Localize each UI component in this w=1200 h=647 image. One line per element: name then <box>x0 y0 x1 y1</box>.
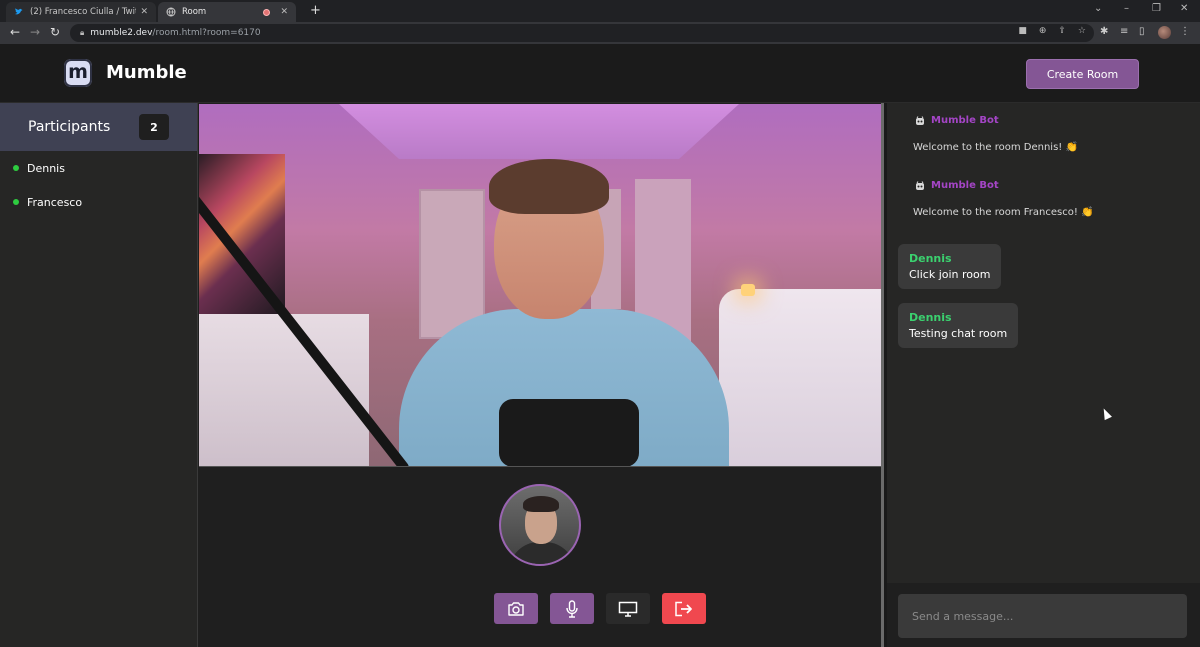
screen-share-button[interactable] <box>606 593 650 624</box>
participants-header: Participants 2 <box>0 103 197 151</box>
twitter-bird-icon <box>14 7 24 17</box>
participant-item[interactable]: Francesco <box>0 185 197 219</box>
participant-video-thumbnail[interactable] <box>499 484 581 566</box>
globe-icon <box>166 7 176 17</box>
profile-avatar[interactable] <box>1158 26 1171 39</box>
participants-count-badge: 2 <box>139 114 169 140</box>
extensions-icon[interactable]: ✱ <box>1100 26 1108 37</box>
participant-item[interactable]: Dennis <box>0 151 197 185</box>
reload-icon[interactable]: ↻ <box>50 25 60 39</box>
mumble-logo-icon: m <box>64 59 92 87</box>
tab-title: Room <box>182 7 207 17</box>
bookmark-star-icon[interactable]: ☆ <box>1078 26 1086 36</box>
zoom-icon[interactable]: ⊕ <box>1039 26 1047 36</box>
reading-list-icon[interactable]: ≡ <box>1120 26 1128 37</box>
participants-panel: Participants 2 Dennis Francesco <box>0 103 198 647</box>
message-author: Dennis <box>909 252 952 265</box>
chat-message-bubble: Dennis Click join room <box>898 244 1002 289</box>
bot-message: Mumble Bot Welcome to the room Dennis! 👏 <box>913 115 1078 153</box>
tab-search-icon[interactable]: ⌄ <box>1094 3 1102 14</box>
bot-icon <box>916 115 924 125</box>
back-icon[interactable]: ← <box>10 25 20 39</box>
browser-tab-room[interactable]: Room ✕ <box>158 2 296 22</box>
microphone-toggle-button[interactable] <box>550 593 594 624</box>
participant-name: Francesco <box>27 195 83 209</box>
create-room-button[interactable]: Create Room <box>1026 59 1139 89</box>
monitor-icon <box>618 601 638 617</box>
app-name: Mumble <box>106 62 187 83</box>
camera-toggle-button[interactable] <box>494 593 538 624</box>
stream-area <box>198 103 884 647</box>
bot-icon <box>916 180 924 190</box>
recording-indicator-icon <box>263 8 271 16</box>
share-icon[interactable]: ⇪ <box>1058 26 1066 36</box>
tab-close-icon[interactable]: ✕ <box>140 7 148 17</box>
participants-title: Participants <box>28 119 111 135</box>
chat-panel: Mumble Bot Welcome to the room Dennis! 👏… <box>887 103 1200 647</box>
url-host: mumble2.dev <box>90 28 153 38</box>
browser-tab-twitter[interactable]: (2) Francesco Ciulla / Twitter ✕ <box>6 2 156 22</box>
camera-permission-icon[interactable]: ■ <box>1018 26 1027 36</box>
tab-title: (2) Francesco Ciulla / Twitter <box>30 7 136 17</box>
menu-kebab-icon[interactable]: ⋮ <box>1180 26 1190 37</box>
online-status-icon <box>13 199 19 205</box>
participant-name: Dennis <box>27 161 65 175</box>
stream-controls <box>494 593 706 624</box>
address-bar[interactable]: 🔒︎ mumble2.dev /room.html?room=6170 ■ ⊕ … <box>70 24 1094 42</box>
leave-room-button[interactable] <box>662 593 706 624</box>
lock-icon: 🔒︎ <box>80 28 85 37</box>
online-status-icon <box>13 165 19 171</box>
url-path: /room.html?room=6170 <box>152 28 261 38</box>
chat-message-input[interactable] <box>898 594 1187 638</box>
leave-icon <box>675 601 692 616</box>
new-tab-icon[interactable]: + <box>310 3 321 18</box>
message-author: Dennis <box>909 311 952 324</box>
bot-author: Mumble Bot <box>931 180 999 191</box>
logo-letter: m <box>68 60 88 83</box>
bot-message: Mumble Bot Welcome to the room Francesco… <box>913 180 1094 218</box>
microphone-icon <box>566 599 578 618</box>
restore-icon[interactable]: ❐ <box>1152 3 1161 14</box>
message-text: Testing chat room <box>909 327 1008 340</box>
browser-tab-strip: (2) Francesco Ciulla / Twitter ✕ Room ✕ … <box>0 0 1200 22</box>
chat-input-area <box>887 583 1200 647</box>
message-text: Click join room <box>909 268 991 281</box>
forward-icon[interactable]: → <box>30 25 40 39</box>
app-header: m Mumble Create Room <box>0 44 1200 103</box>
bot-author: Mumble Bot <box>931 115 999 126</box>
close-window-icon[interactable]: ✕ <box>1180 3 1188 14</box>
camera-icon <box>508 601 524 616</box>
minimize-icon[interactable]: – <box>1124 3 1129 14</box>
side-panel-icon[interactable]: ▯ <box>1139 26 1145 37</box>
bot-message-text: Welcome to the room Dennis! 👏 <box>913 142 1078 153</box>
main-video-stream[interactable] <box>199 104 881 467</box>
tab-close-icon[interactable]: ✕ <box>280 7 288 17</box>
chat-message-bubble: Dennis Testing chat room <box>898 303 1019 348</box>
browser-toolbar: ← → ↻ 🔒︎ mumble2.dev /room.html?room=617… <box>0 22 1200 44</box>
bot-message-text: Welcome to the room Francesco! 👏 <box>913 207 1094 218</box>
